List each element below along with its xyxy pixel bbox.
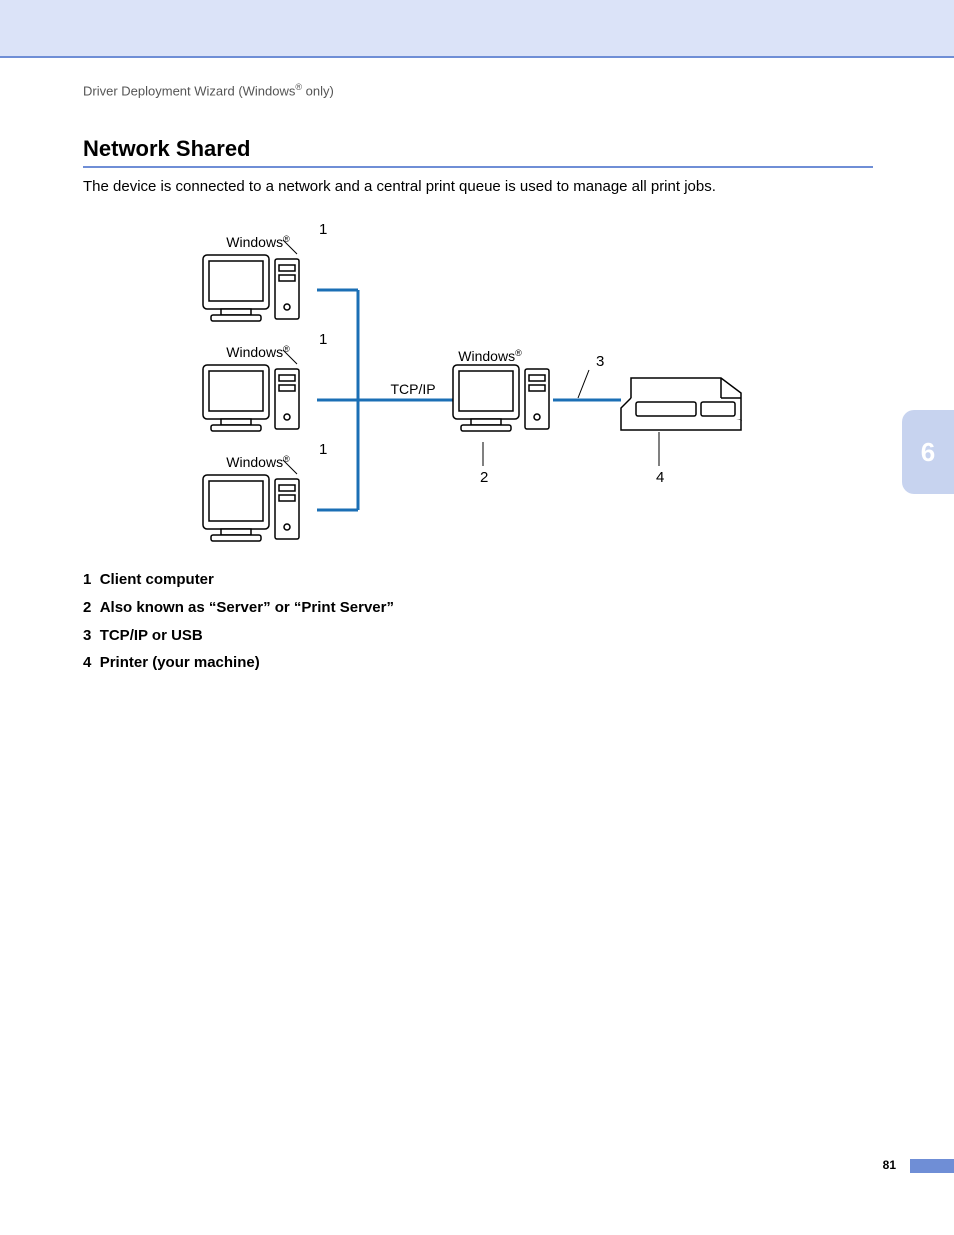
svg-text:Windows®: Windows® [226,234,290,250]
tcpip-label: TCP/IP [390,381,435,397]
callout-3: 3 [596,353,604,370]
callout-3-group: 3 [578,353,604,398]
printer-device: 4 [621,378,741,486]
legend-item: 4 Printer (your machine) [83,649,394,677]
registered-icon: ® [283,344,290,354]
registered-icon: ® [283,234,290,244]
windows-label: Windows [226,454,283,470]
windows-label: Windows [458,348,515,364]
callout-2: 2 [480,469,488,486]
callout-1: 1 [319,441,327,458]
callout-4: 4 [656,469,664,486]
client-computer-2: Windows® 1 [203,331,327,431]
section-heading: Network Shared [83,136,251,162]
legend-item: 3 TCP/IP or USB [83,622,394,650]
server-computer: Windows® 2 [453,348,549,486]
client-computer-1: Windows® 1 [203,221,327,321]
breadcrumb: Driver Deployment Wizard (Windows® only) [83,82,334,98]
svg-text:Windows®: Windows® [458,348,522,364]
top-rule [0,56,954,58]
registered-icon: ® [515,348,522,358]
network-diagram: Windows® 1 Windows® 1 Windows® 1 TCP/IP [83,210,783,565]
windows-label: Windows [226,344,283,360]
page: Driver Deployment Wizard (Windows® only)… [0,0,954,1235]
registered-icon: ® [283,454,290,464]
breadcrumb-prefix: Driver Deployment Wizard (Windows [83,83,295,98]
chapter-tab: 6 [902,410,954,494]
heading-rule [83,166,873,168]
legend-list: 1 Client computer 2 Also known as “Serve… [83,566,394,677]
svg-text:Windows®: Windows® [226,454,290,470]
page-number: 81 [883,1158,896,1172]
windows-label: Windows [226,234,283,250]
intro-text: The device is connected to a network and… [83,178,716,195]
callout-1: 1 [319,221,327,238]
breadcrumb-suffix: only) [302,83,334,98]
top-band [0,0,954,56]
callout-1: 1 [319,331,327,348]
svg-text:Windows®: Windows® [226,344,290,360]
footer-accent [910,1159,954,1173]
client-computer-3: Windows® 1 [203,441,327,541]
legend-item: 1 Client computer [83,566,394,594]
legend-item: 2 Also known as “Server” or “Print Serve… [83,594,394,622]
